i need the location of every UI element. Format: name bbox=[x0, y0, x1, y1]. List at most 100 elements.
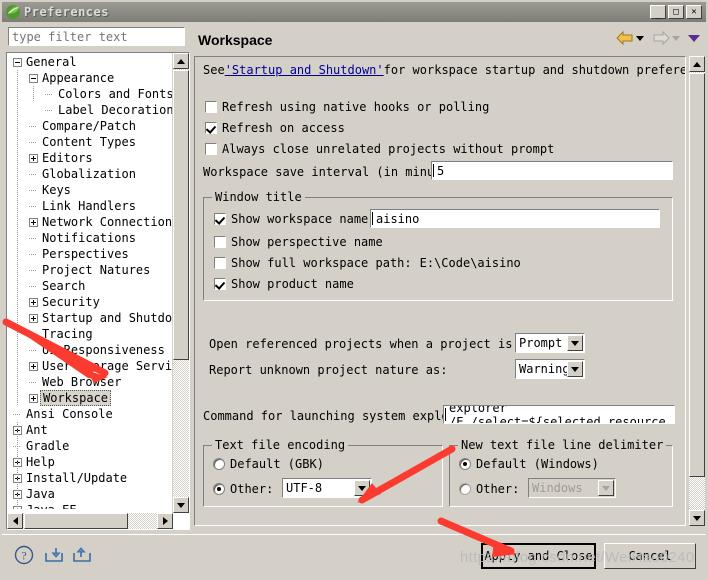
tree-item-java[interactable]: Java bbox=[7, 486, 172, 502]
expand-icon[interactable] bbox=[29, 361, 38, 371]
tree-item-gradle[interactable]: Gradle bbox=[7, 438, 172, 454]
tree-item-ui-responsiveness-m[interactable]: UI Responsiveness M bbox=[7, 342, 172, 358]
tree-item-network-connections[interactable]: Network Connections bbox=[7, 214, 172, 230]
checkbox-box[interactable] bbox=[205, 122, 217, 134]
scroll-right-button[interactable] bbox=[157, 513, 173, 529]
maximize-icon: □ bbox=[673, 7, 679, 17]
help-question-icon[interactable]: ? bbox=[14, 545, 34, 568]
tree-item-tracing[interactable]: Tracing bbox=[7, 326, 172, 342]
tree-item-web-browser[interactable]: Web Browser bbox=[7, 374, 172, 390]
scroll-down-button[interactable] bbox=[689, 510, 705, 526]
tree-item-colors-and-fonts[interactable]: Colors and Fonts bbox=[7, 86, 172, 102]
tree-item-help[interactable]: Help bbox=[7, 454, 172, 470]
chevron-down-icon[interactable] bbox=[567, 335, 583, 351]
tree-item-project-natures[interactable]: Project Natures bbox=[7, 262, 172, 278]
workspace-name-input[interactable]: aisino bbox=[370, 209, 660, 228]
export-icon[interactable] bbox=[72, 546, 92, 567]
radio-button[interactable] bbox=[213, 483, 225, 495]
scroll-down-button[interactable] bbox=[173, 497, 189, 513]
checkbox-box[interactable] bbox=[214, 278, 226, 290]
tree-item-keys[interactable]: Keys bbox=[7, 182, 172, 198]
expand-icon[interactable] bbox=[29, 217, 38, 227]
scroll-up-button[interactable] bbox=[173, 53, 189, 69]
scroll-thumb-h[interactable] bbox=[24, 513, 128, 529]
checkbox-always-close-unrelated[interactable]: Always close unrelated projects without … bbox=[205, 142, 554, 156]
import-icon[interactable] bbox=[44, 546, 64, 567]
checkbox-show-product-name[interactable]: Show product name bbox=[214, 277, 354, 291]
tree-item-workspace[interactable]: Workspace bbox=[7, 390, 172, 406]
collapse-icon[interactable] bbox=[13, 57, 22, 67]
tree-item-appearance[interactable]: Appearance bbox=[7, 70, 172, 86]
tree-item-security[interactable]: Security bbox=[7, 294, 172, 310]
scroll-up-button[interactable] bbox=[689, 56, 705, 72]
view-menu-icon[interactable] bbox=[688, 34, 700, 42]
tree-item-label: Project Natures bbox=[42, 263, 151, 277]
back-history-chevron-down-icon[interactable] bbox=[636, 35, 644, 41]
expand-icon[interactable] bbox=[29, 297, 38, 307]
radio-encoding-default[interactable]: Default (GBK) bbox=[213, 457, 324, 471]
tree-horizontal-scrollbar[interactable] bbox=[7, 513, 173, 529]
tree-item-perspectives[interactable]: Perspectives bbox=[7, 246, 172, 262]
encoding-combo[interactable]: UTF-8 bbox=[282, 478, 372, 498]
tree-item-label: Editors bbox=[42, 151, 93, 165]
checkbox-refresh-on-access[interactable]: Refresh on access bbox=[205, 121, 345, 135]
checkbox-refresh-native-hooks[interactable]: Refresh using native hooks or polling bbox=[205, 100, 489, 114]
tree-item-content-types[interactable]: Content Types bbox=[7, 134, 172, 150]
checkbox-show-perspective-name[interactable]: Show perspective name bbox=[214, 235, 383, 249]
radio-button[interactable] bbox=[459, 483, 471, 495]
collapse-icon[interactable] bbox=[29, 73, 38, 83]
filter-box[interactable] bbox=[8, 27, 185, 46]
scroll-thumb[interactable] bbox=[173, 70, 189, 360]
tree-item-label-decoration[interactable]: Label Decoration bbox=[7, 102, 172, 118]
radio-delimiter-other[interactable]: Other: bbox=[459, 482, 519, 496]
tree-vertical-scrollbar[interactable] bbox=[172, 53, 189, 513]
preferences-tree[interactable]: General Appearance Colors and Fonts Label D… bbox=[7, 54, 172, 509]
scroll-left-button[interactable] bbox=[7, 513, 23, 529]
checkbox-show-workspace-name[interactable]: Show workspace name: bbox=[214, 212, 376, 226]
radio-delimiter-default[interactable]: Default (Windows) bbox=[459, 457, 599, 471]
checkbox-box[interactable] bbox=[214, 257, 226, 269]
tree-item-install-update[interactable]: Install/Update bbox=[7, 470, 172, 486]
search-input[interactable] bbox=[9, 28, 184, 45]
tree-item-ansi-console[interactable]: Ansi Console bbox=[7, 406, 172, 422]
tree-item-general[interactable]: General bbox=[7, 54, 172, 70]
expand-icon[interactable] bbox=[29, 313, 38, 323]
content-vertical-scrollbar[interactable] bbox=[688, 56, 705, 526]
checkbox-box[interactable] bbox=[214, 236, 226, 248]
maximize-button[interactable]: □ bbox=[668, 5, 684, 19]
tree-item-search[interactable]: Search bbox=[7, 278, 172, 294]
radio-button[interactable] bbox=[213, 458, 225, 470]
expand-icon[interactable] bbox=[29, 153, 38, 163]
chevron-down-icon[interactable] bbox=[354, 480, 370, 496]
checkbox-box[interactable] bbox=[214, 213, 226, 225]
save-interval-input[interactable]: 5 bbox=[431, 161, 673, 180]
startup-shutdown-link[interactable]: 'Startup and Shutdown' bbox=[225, 63, 384, 77]
tree-item-notifications[interactable]: Notifications bbox=[7, 230, 172, 246]
checkbox-box[interactable] bbox=[205, 143, 217, 155]
expand-icon[interactable] bbox=[29, 393, 38, 403]
tree-item-compare-patch[interactable]: Compare/Patch bbox=[7, 118, 172, 134]
back-arrow-icon[interactable] bbox=[616, 30, 634, 46]
tree-item-globalization[interactable]: Globalization bbox=[7, 166, 172, 182]
open-referenced-combo[interactable]: Prompt bbox=[515, 333, 585, 353]
radio-encoding-other[interactable]: Other: bbox=[213, 482, 273, 496]
tree-item-java-ee[interactable]: Java EE bbox=[7, 502, 172, 509]
group-legend: Window title bbox=[212, 190, 305, 204]
tree-item-editors[interactable]: Editors bbox=[7, 150, 172, 166]
tree-leaf-connector-icon bbox=[29, 202, 38, 211]
minimize-button[interactable]: _ bbox=[650, 5, 666, 20]
tree-item-link-handlers[interactable]: Link Handlers bbox=[7, 198, 172, 214]
checkbox-box[interactable] bbox=[205, 101, 217, 113]
radio-label: Other: bbox=[476, 482, 520, 496]
radio-button[interactable] bbox=[459, 458, 471, 470]
tree-item-ant[interactable]: Ant bbox=[7, 422, 172, 438]
explorer-command-input[interactable]: explorer /E,/select=${selected_resource_ bbox=[443, 405, 675, 424]
report-nature-combo[interactable]: Warning bbox=[515, 359, 585, 379]
chevron-down-icon[interactable] bbox=[567, 361, 583, 377]
tree-item-user-storage-servic[interactable]: User Storage Servic bbox=[7, 358, 172, 374]
checkbox-show-full-workspace-path[interactable]: Show full workspace path: E:\Code\aisino bbox=[214, 256, 521, 270]
scroll-thumb[interactable] bbox=[689, 73, 705, 477]
tree-item-startup-and-shutdow[interactable]: Startup and Shutdow bbox=[7, 310, 172, 326]
tree-item-label: Colors and Fonts bbox=[58, 87, 172, 101]
close-button[interactable]: ✕ bbox=[686, 5, 702, 19]
